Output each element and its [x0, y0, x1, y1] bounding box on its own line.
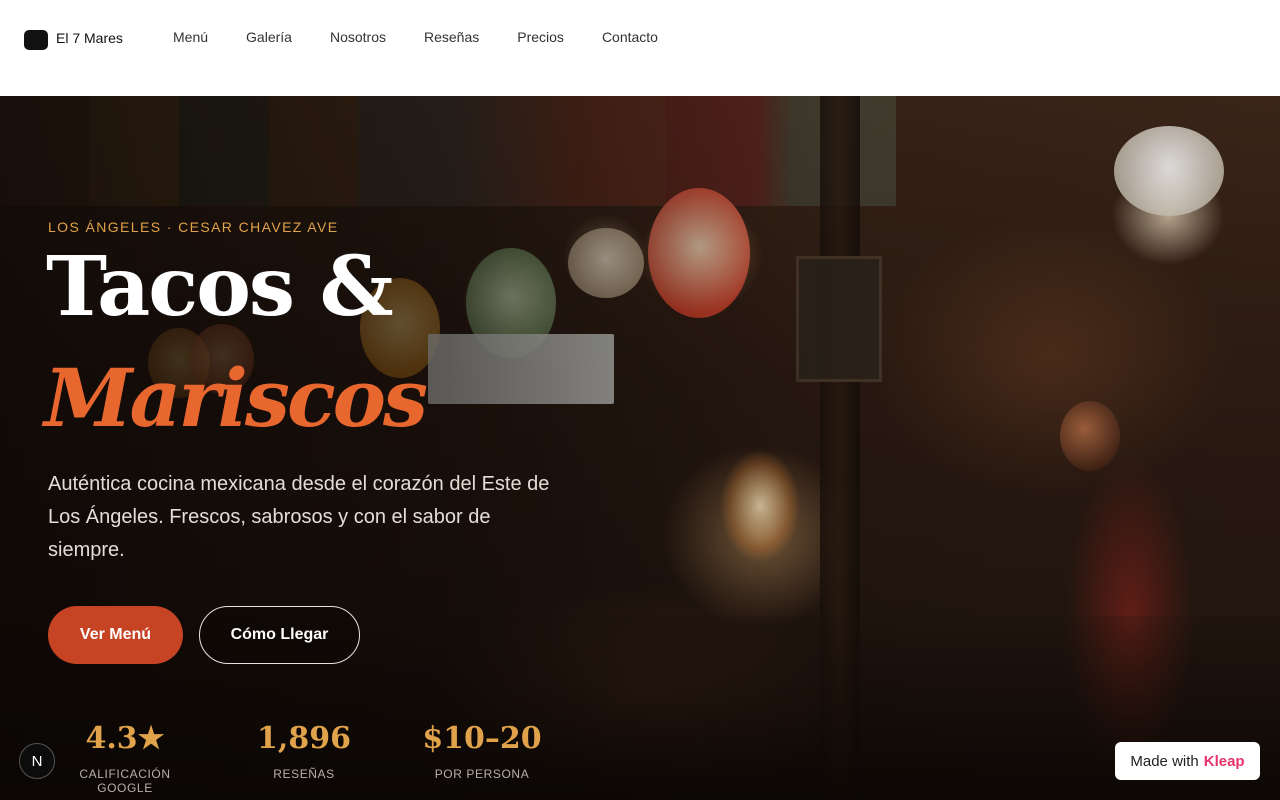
- stat-value: $10–20: [422, 721, 542, 756]
- nav-link-nosotros[interactable]: Nosotros: [330, 29, 386, 45]
- hero-location: LOS ÁNGELES · CESAR CHAVEZ AVE: [48, 219, 339, 235]
- como-llegar-button[interactable]: Cómo Llegar: [199, 606, 360, 664]
- nav-link-precios[interactable]: Precios: [517, 29, 564, 45]
- hero-subtitle: Auténtica cocina mexicana desde el coraz…: [48, 473, 550, 561]
- stat-rating: 4.3★ CALIFICACIÓN GOOGLE: [50, 721, 200, 796]
- ver-menu-button[interactable]: Ver Menú: [48, 606, 183, 664]
- stat-price: $10–20 POR PERSONA: [410, 721, 554, 782]
- logo-text[interactable]: El 7 Mares: [56, 30, 123, 46]
- hero-section: LOS ÁNGELES · CESAR CHAVEZ AVE Tacos & M…: [0, 96, 1280, 800]
- framework-badge-icon[interactable]: N: [19, 743, 55, 779]
- nav-link-resenas[interactable]: Reseñas: [424, 29, 479, 45]
- hero-title-line2: Mariscos: [44, 351, 428, 445]
- hero-overlay: [0, 96, 1280, 800]
- stat-value: 1,896: [257, 721, 351, 756]
- stat-label: RESEÑAS: [273, 767, 335, 781]
- made-with-kleap-badge[interactable]: Made with Kleap: [1115, 742, 1260, 780]
- kleap-brand: Kleap: [1203, 752, 1245, 770]
- hero-title-line1: Tacos &: [46, 239, 394, 335]
- stat-label: POR PERSONA: [434, 767, 530, 781]
- site-header: El 7 Mares Menú Galería Nosotros Reseñas…: [0, 0, 1280, 96]
- logo-icon[interactable]: [24, 30, 48, 50]
- main-nav: Menú Galería Nosotros Reseñas Precios Co…: [173, 29, 658, 45]
- nav-link-galeria[interactable]: Galería: [246, 29, 292, 45]
- nav-link-menu[interactable]: Menú: [173, 29, 208, 45]
- kleap-prefix: Made with: [1130, 752, 1199, 770]
- nav-link-contacto[interactable]: Contacto: [602, 29, 658, 45]
- stat-value: 4.3★: [85, 721, 165, 756]
- stat-reviews: 1,896 RESEÑAS: [232, 721, 376, 782]
- stat-label: CALIFICACIÓN GOOGLE: [79, 767, 171, 795]
